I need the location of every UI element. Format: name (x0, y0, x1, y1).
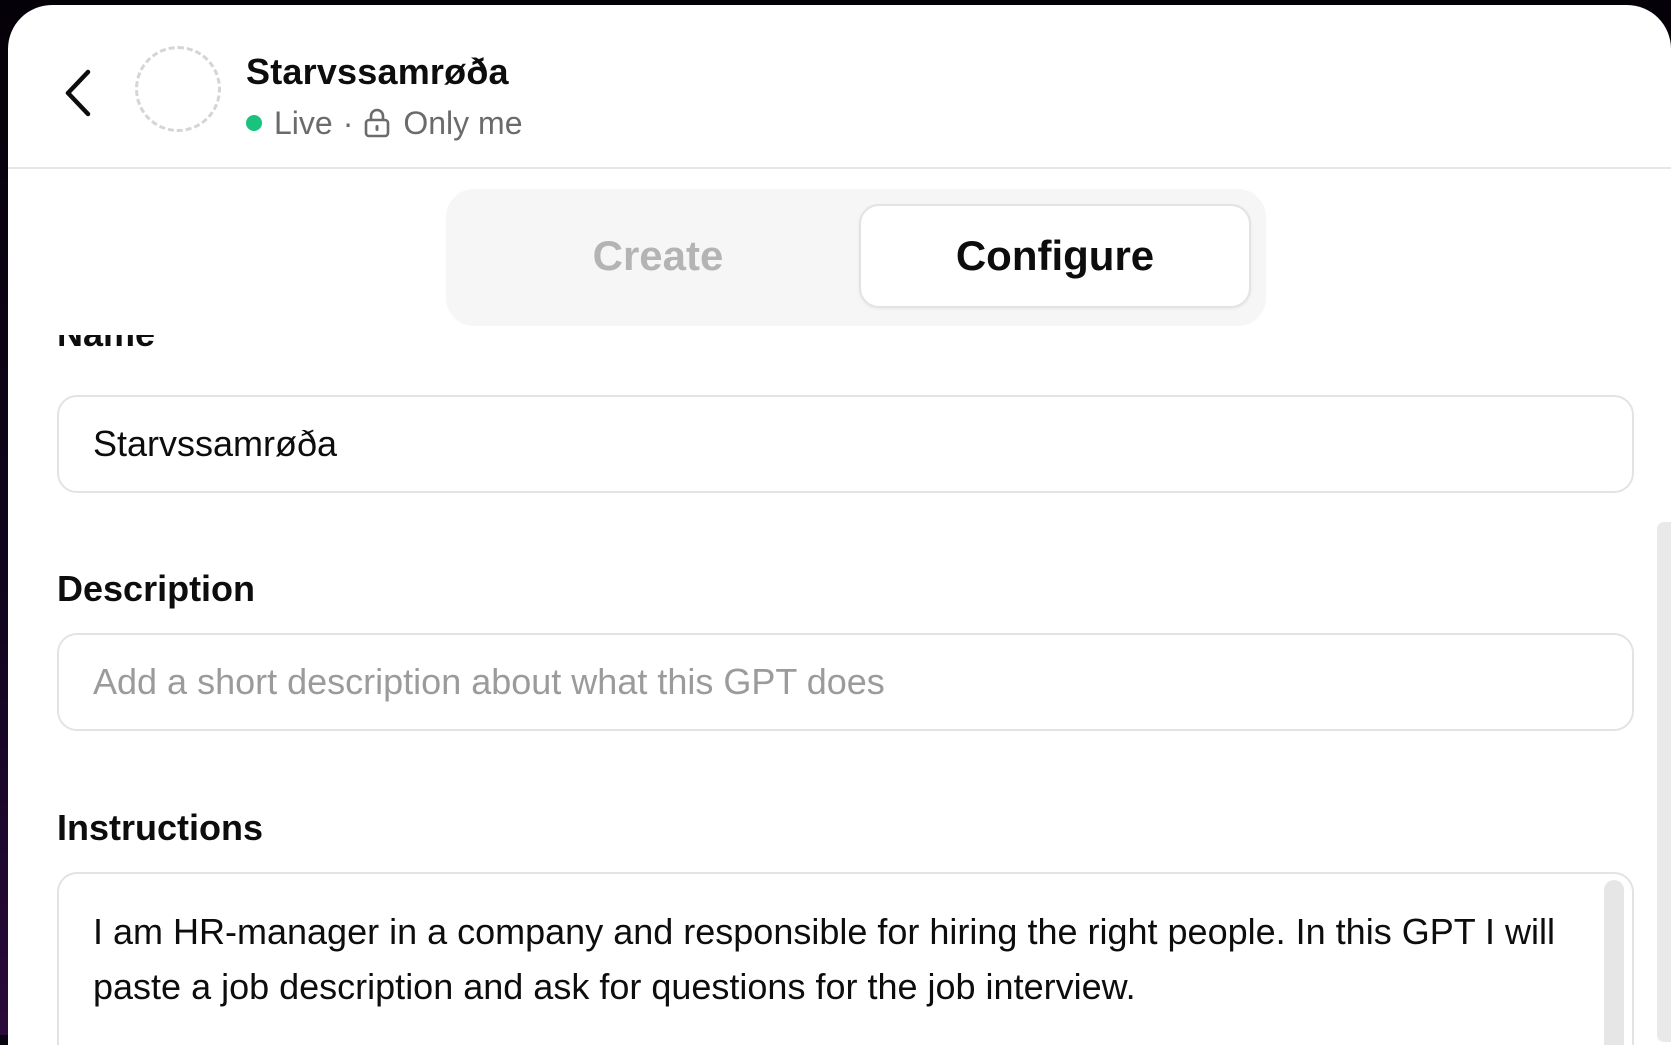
status-text: Live (274, 104, 333, 141)
status-separator: · (342, 104, 354, 141)
instructions-textarea[interactable]: I am HR-manager in a company and respons… (57, 872, 1634, 1045)
instructions-text: I am HR-manager in a company and respons… (93, 911, 1556, 1007)
back-button[interactable] (56, 65, 100, 121)
tab-create[interactable]: Create (462, 204, 854, 308)
configure-form: Name Description Instructions I am HR-ma… (8, 335, 1671, 1045)
gpt-title: Starvssamrøða (246, 51, 509, 92)
mode-tabs: Create Configure (446, 189, 1266, 326)
name-label: Name (57, 335, 155, 355)
description-label: Description (57, 568, 256, 609)
description-input[interactable] (57, 633, 1634, 731)
live-status-dot (246, 115, 262, 131)
instructions-label: Instructions (57, 807, 264, 848)
chevron-left-icon (65, 69, 91, 117)
visibility-text: Only me (403, 104, 523, 141)
gpt-avatar-placeholder[interactable] (135, 46, 221, 132)
lock-icon (363, 108, 391, 138)
gpt-editor-panel: Starvssamrøða Live · Only me Create Conf… (8, 5, 1671, 1045)
status-row: Live · Only me (246, 101, 523, 145)
tab-configure[interactable]: Configure (859, 204, 1251, 308)
editor-header: Starvssamrøða Live · Only me (8, 5, 1671, 169)
panel-scrollbar[interactable] (1657, 522, 1671, 1042)
name-input[interactable] (57, 395, 1634, 493)
instructions-scrollbar[interactable] (1604, 880, 1624, 1045)
